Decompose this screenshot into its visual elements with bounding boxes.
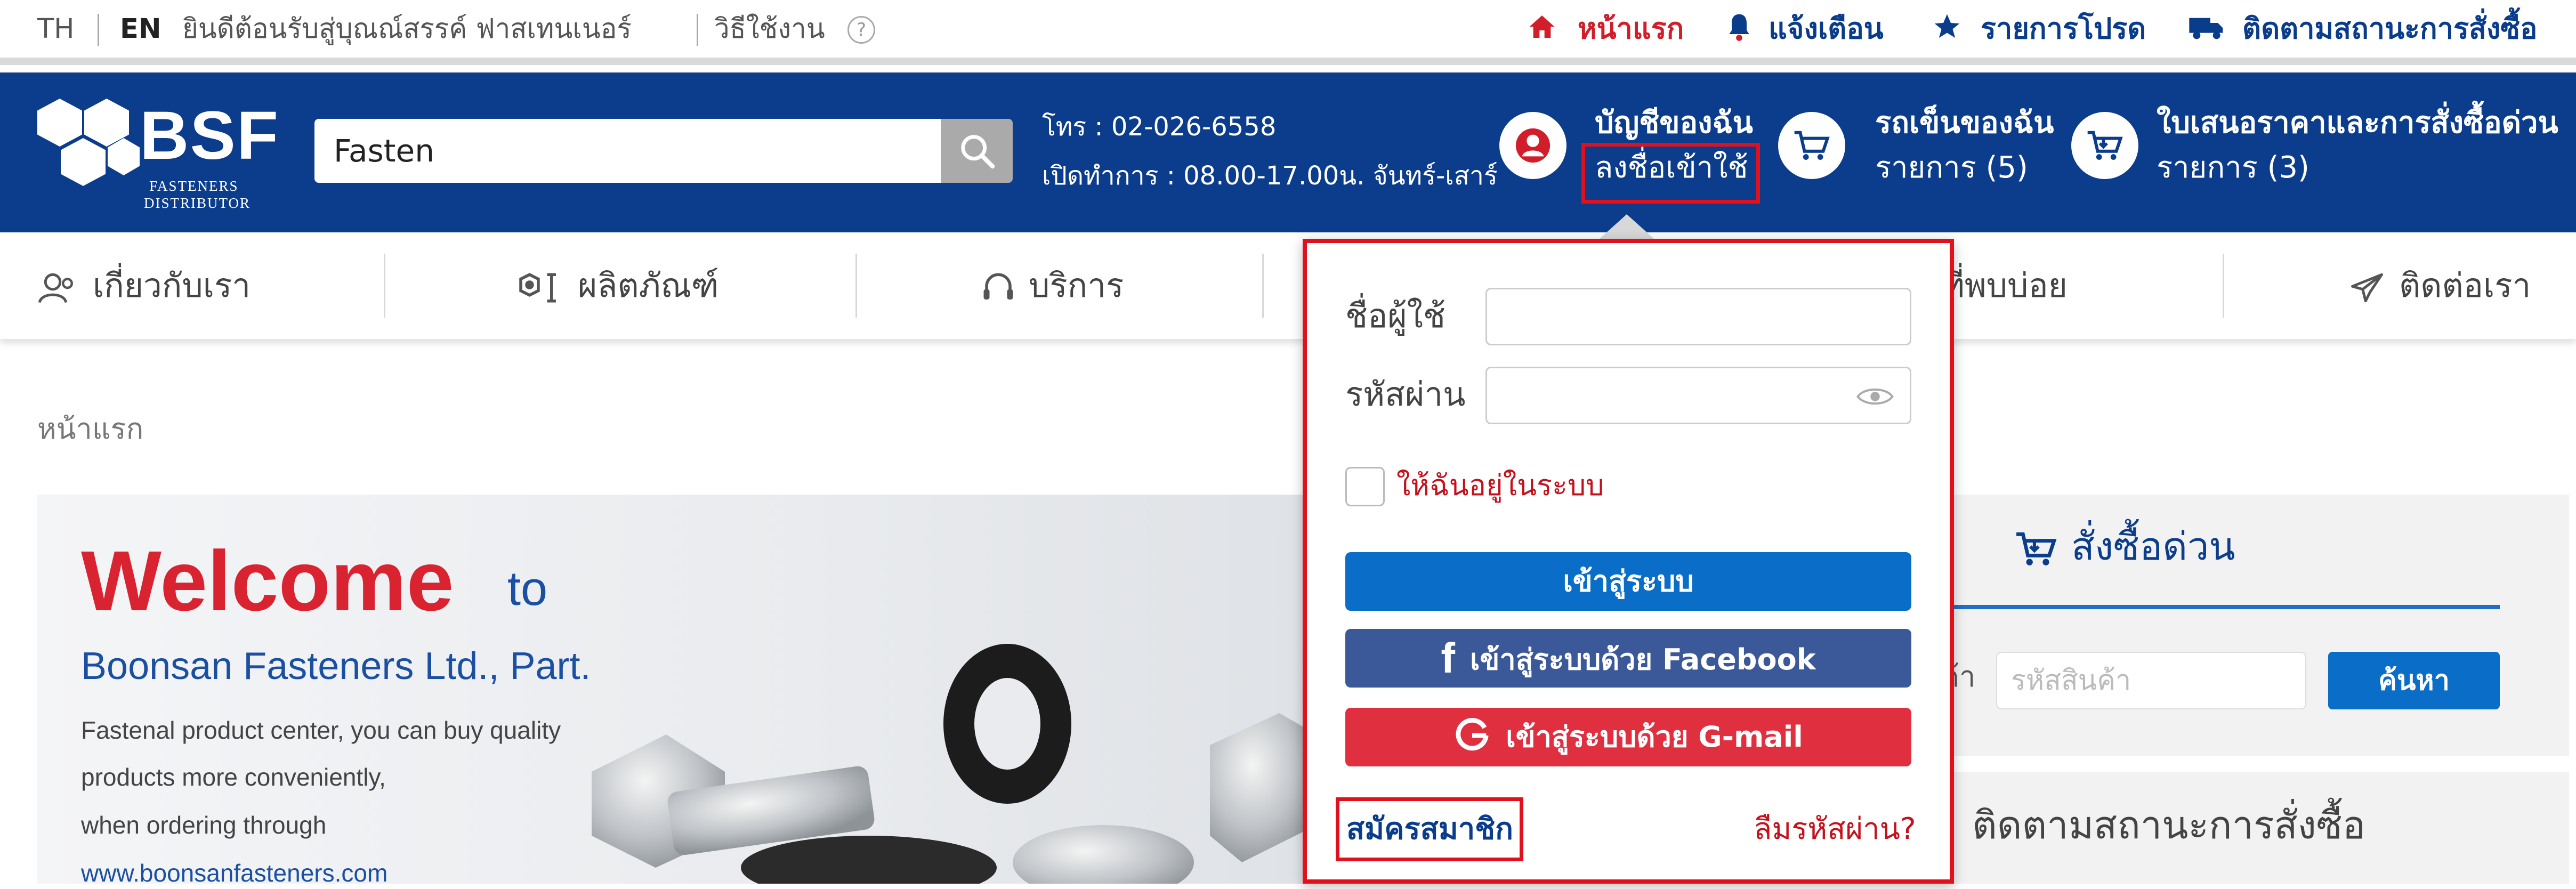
nav-divider: [384, 254, 385, 318]
home-icon: [1527, 12, 1557, 50]
track-order-link[interactable]: ติดตามสถานะการสั่งซื้อ: [2242, 11, 2537, 47]
help-icon[interactable]: ?: [847, 16, 875, 44]
lang-en-link[interactable]: EN: [120, 12, 161, 47]
quick-order-underline: [1929, 605, 2500, 609]
users-icon: [38, 273, 73, 303]
opening-hours: เปิดทำการ : 08.00-17.00น. จันทร์-เสาร์: [1042, 161, 1498, 191]
quick-order-title-text: สั่งซื้อด่วน: [2071, 524, 2235, 569]
forgot-password-link[interactable]: ลืมรหัสผ่าน?: [1754, 805, 1916, 853]
quick-order-cart-icon: [2087, 131, 2123, 160]
search-input[interactable]: [314, 119, 941, 183]
login-button[interactable]: เข้าสู่ระบบ: [1345, 552, 1911, 611]
nav-contact[interactable]: ติดต่อเรา: [2348, 248, 2531, 323]
cart-button[interactable]: [1778, 112, 1845, 179]
welcome-text: ยินดีต้อนรับสู่บุณณ์สรรค์ ฟาสเทนเนอร์: [182, 13, 632, 45]
notify-link[interactable]: แจ้งเตือน: [1769, 11, 1884, 47]
show-password-eye-icon[interactable]: [1856, 386, 1894, 407]
nav-services-label: บริการ: [1029, 266, 1124, 305]
divider: [697, 14, 698, 46]
banner-welcome-heading: Welcome: [81, 533, 454, 628]
nav-about-label: เกี่ยวกับเรา: [93, 266, 251, 305]
logo-text: BSF: [140, 98, 279, 174]
quote-count[interactable]: รายการ (3): [2157, 149, 2309, 187]
banner-description: Fastenal product center, you can buy qua…: [81, 716, 561, 744]
facebook-icon: f: [1441, 634, 1456, 682]
logo-hexagon: [61, 138, 106, 186]
banner-company-name: Boonsan Fasteners Ltd., Part.: [81, 645, 591, 688]
search-button[interactable]: [941, 119, 1013, 183]
nav-contact-label: ติดต่อเรา: [2399, 266, 2531, 305]
nav-faq[interactable]: ที่พบบ่อย: [1943, 248, 2068, 323]
nut-bolt-icon: [519, 273, 556, 303]
banner-welcome-to: to: [507, 562, 548, 616]
login-link-highlight: [1581, 143, 1760, 204]
nav-divider: [855, 254, 857, 318]
nav-products-label: ผลิตภัณฑ์: [578, 266, 719, 305]
gmail-login-label: เข้าสู่ระบบด้วย G-mail: [1506, 720, 1803, 754]
nav-divider: [2223, 254, 2224, 318]
bell-icon: [1726, 12, 1753, 50]
logo-subtitle: FASTENERS: [149, 178, 239, 194]
quote-button[interactable]: [2071, 112, 2138, 179]
cart-count[interactable]: รายการ (5): [1875, 149, 2028, 187]
account-button[interactable]: [1499, 112, 1566, 179]
headset-icon: [983, 273, 1013, 300]
favorites-link[interactable]: รายการโปรด: [1981, 11, 2146, 47]
product-code-input[interactable]: [1996, 652, 2306, 709]
facebook-login-label: เข้าสู่ระบบด้วย Facebook: [1470, 643, 1816, 676]
cart-icon: [1794, 131, 1830, 160]
top-utility-bar: TH EN ยินดีต้อนรับสู่บุณณ์สรรค์ ฟาสเทนเน…: [0, 0, 2576, 65]
nav-divider: [1262, 254, 1264, 318]
logo-hexagon: [37, 99, 82, 147]
lang-th-link[interactable]: TH: [37, 12, 75, 47]
cart-title[interactable]: รถเข็นของฉัน: [1875, 104, 2054, 142]
search-icon: [961, 135, 995, 169]
logo-hexagon: [108, 138, 140, 175]
username-label: ชื่อผู้ใช้: [1345, 296, 1446, 335]
fastener-product-image: [592, 644, 1317, 884]
nav-about[interactable]: เกี่ยวกับเรา: [37, 248, 251, 323]
paper-plane-icon: [2351, 273, 2383, 303]
bsf-logo[interactable]: BSF FASTENERS DISTRIBUTOR: [37, 98, 279, 211]
google-icon: [1456, 718, 1489, 751]
home-link[interactable]: หน้าแรก: [1578, 11, 1684, 47]
register-link[interactable]: สมัครสมาชิก: [1346, 805, 1513, 853]
divider: [98, 14, 99, 46]
username-field[interactable]: [1485, 288, 1911, 345]
quick-order-title: สั่งซื้อด่วน: [2015, 520, 2235, 573]
banner-description: when ordering through: [81, 811, 327, 839]
account-title: บัญชีของฉัน: [1595, 106, 1753, 140]
nav-products[interactable]: ผลิตภัณฑ์: [512, 248, 718, 323]
truck-icon: [2188, 12, 2225, 50]
quick-order-search-button[interactable]: ค้นหา: [2328, 652, 2500, 709]
phone-number: โทร : 02-026-6558: [1042, 112, 1277, 142]
logo-subtitle: DISTRIBUTOR: [144, 195, 251, 211]
user-icon: [1515, 128, 1551, 163]
star-icon: [1932, 12, 1962, 50]
password-field[interactable]: [1485, 367, 1911, 424]
banner-website-link[interactable]: www.boonsanfasteners.com: [81, 857, 387, 889]
how-to-link[interactable]: วิธีใช้งาน: [714, 12, 825, 47]
gmail-login-button[interactable]: เข้าสู่ระบบด้วย G-mail: [1345, 708, 1911, 766]
banner-description: products more conveniently,: [81, 763, 386, 791]
password-label: รหัสผ่าน: [1345, 375, 1466, 414]
remember-me-label[interactable]: ให้ฉันอยู่ในระบบ: [1396, 462, 1604, 510]
facebook-login-button[interactable]: f เข้าสู่ระบบด้วย Facebook: [1345, 629, 1911, 688]
quote-title[interactable]: ใบเสนอราคาและการสั่งซื้อด่วน: [2157, 104, 2558, 142]
remember-me-checkbox[interactable]: [1345, 467, 1385, 506]
breadcrumb[interactable]: หน้าแรก: [37, 410, 143, 448]
quick-order-cart-icon: [2016, 532, 2057, 566]
track-order-title: ติดตามสถานะการสั่งซื้อ: [1972, 803, 2365, 847]
nav-services[interactable]: บริการ: [981, 248, 1124, 323]
main-nav: [0, 232, 2576, 339]
